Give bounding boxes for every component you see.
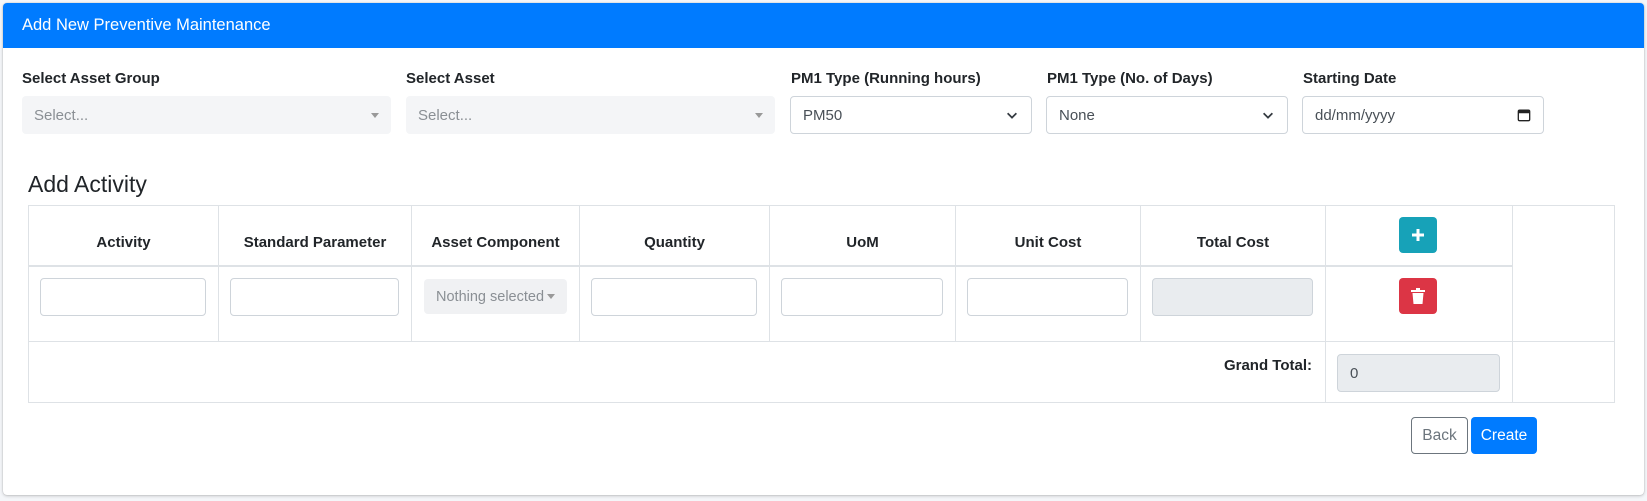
add-activity-title: Add Activity [28, 171, 147, 197]
total-cost-input [1152, 278, 1313, 316]
col-quantity: Quantity [644, 234, 705, 251]
asset-group-placeholder: Select... [34, 106, 89, 124]
grand-total-label: Grand Total: [1223, 357, 1312, 374]
asset-label: Select Asset [406, 70, 495, 87]
caret-down-icon [371, 112, 379, 118]
unit-cost-input[interactable] [967, 278, 1128, 316]
standard-parameter-input[interactable] [230, 278, 399, 316]
col-unit-cost: Unit Cost [1014, 234, 1082, 251]
asset-select[interactable]: Select... [406, 96, 775, 134]
starting-date-placeholder: dd/mm/yyyy [1315, 106, 1396, 124]
page-title: Add New Preventive Maintenance [22, 16, 271, 34]
create-button[interactable]: Create [1471, 417, 1537, 454]
activity-table: Activity Standard Parameter Asset Compon… [28, 205, 1615, 403]
pm1-days-value: None [1059, 106, 1095, 124]
col-uom: UoM [846, 234, 879, 251]
uom-input[interactable] [781, 278, 943, 316]
asset-component-placeholder: Nothing selected [436, 288, 545, 305]
starting-date-label: Starting Date [1303, 70, 1397, 87]
add-row-button[interactable] [1399, 217, 1437, 253]
col-asset-component: Asset Component [431, 234, 560, 251]
pm1-running-hours-select[interactable]: PM50 [790, 96, 1032, 134]
chevron-down-icon [1263, 112, 1273, 119]
pm1-running-hours-value: PM50 [803, 106, 843, 124]
caret-down-icon [547, 294, 555, 299]
back-button[interactable]: Back [1411, 417, 1468, 454]
grand-total-value: 0 [1337, 354, 1500, 392]
starting-date-input[interactable]: dd/mm/yyyy [1302, 96, 1544, 134]
card-header: Add New Preventive Maintenance [3, 3, 1644, 48]
preventive-maintenance-card: Add New Preventive Maintenance Select As… [3, 3, 1644, 495]
asset-placeholder: Select... [418, 106, 473, 124]
asset-group-label: Select Asset Group [22, 70, 160, 87]
quantity-input[interactable] [591, 278, 757, 316]
pm1-running-hours-label: PM1 Type (Running hours) [791, 70, 981, 87]
asset-component-select[interactable]: Nothing selected [424, 279, 567, 314]
col-activity: Activity [96, 234, 151, 251]
col-total-cost: Total Cost [1196, 234, 1270, 251]
col-standard-parameter: Standard Parameter [243, 234, 387, 251]
plus-icon [1412, 229, 1424, 241]
pm1-days-select[interactable]: None [1046, 96, 1288, 134]
chevron-down-icon [1007, 112, 1017, 119]
activity-input[interactable] [40, 278, 206, 316]
calendar-icon[interactable] [1517, 108, 1531, 122]
caret-down-icon [755, 112, 763, 118]
delete-row-button[interactable] [1399, 278, 1437, 314]
trash-icon [1411, 288, 1425, 304]
pm1-days-label: PM1 Type (No. of Days) [1047, 70, 1213, 87]
asset-group-select[interactable]: Select... [22, 96, 391, 134]
